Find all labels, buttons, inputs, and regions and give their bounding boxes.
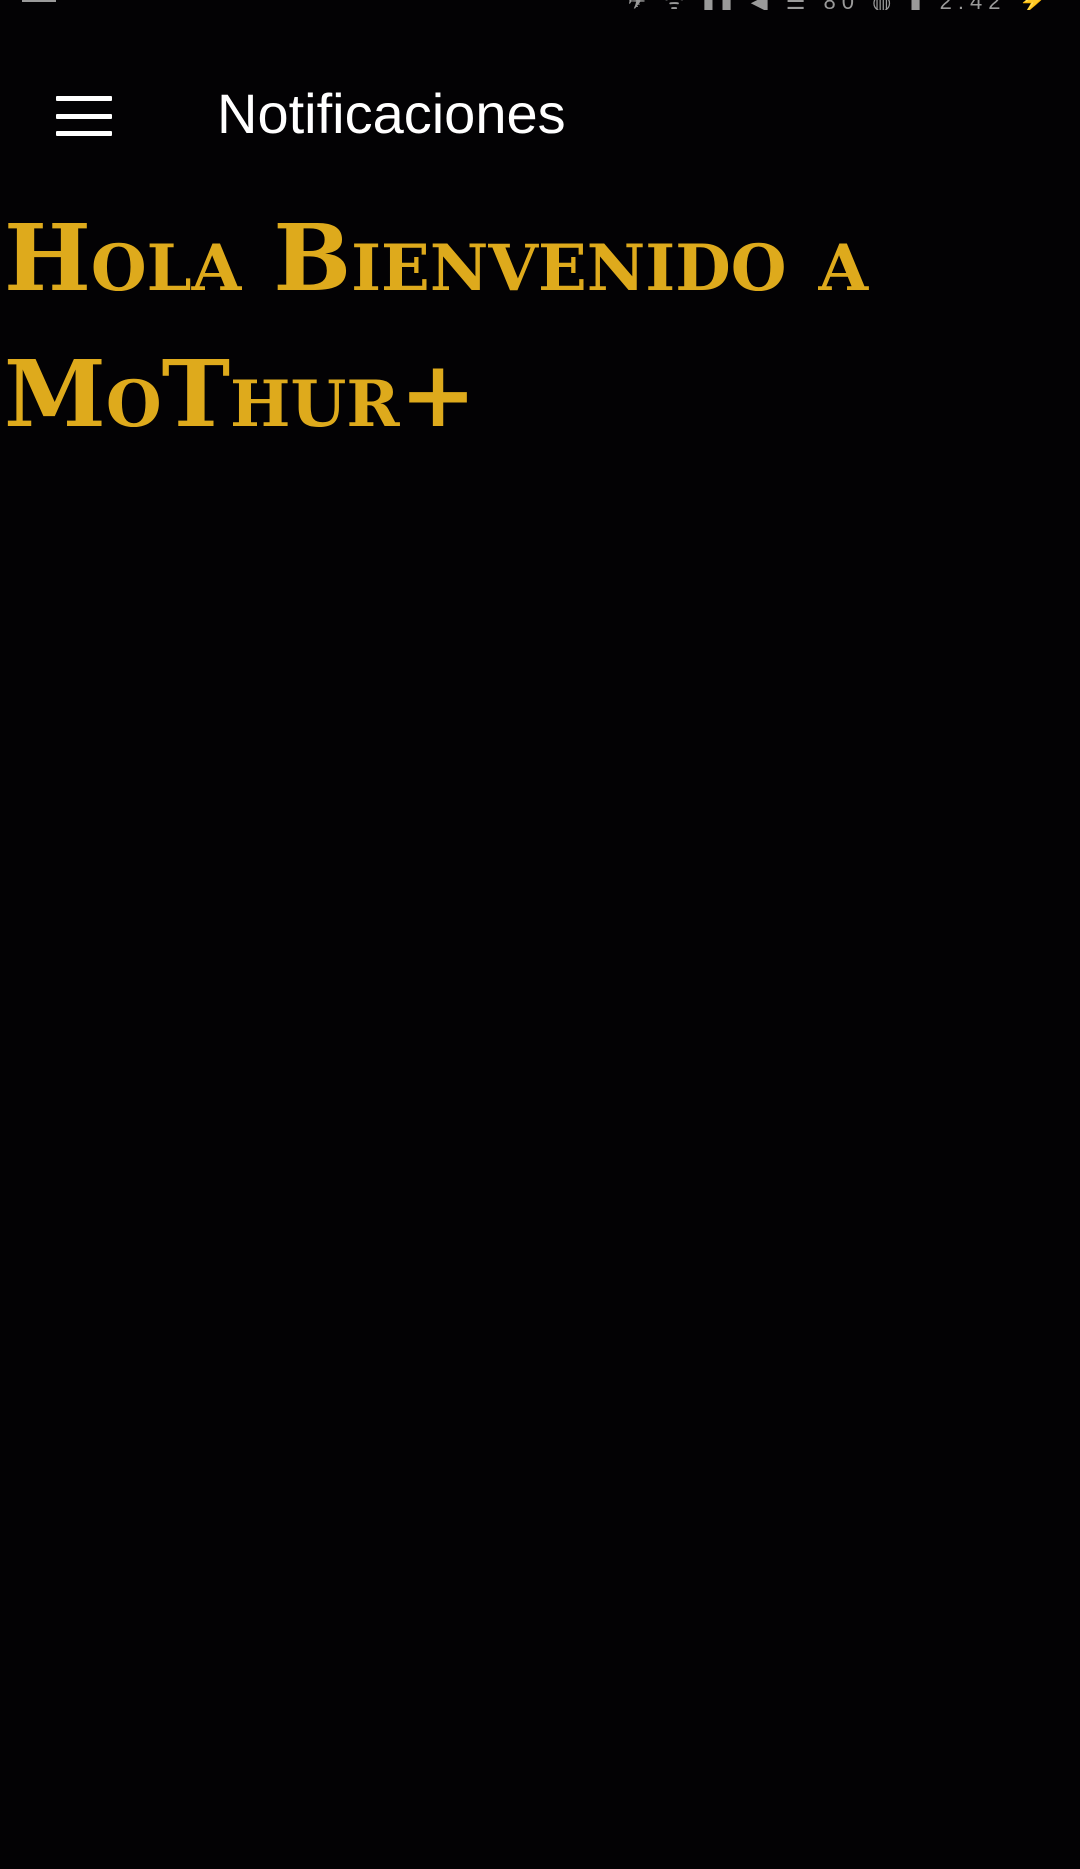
menu-button[interactable] <box>38 70 130 162</box>
status-indicators: ✈ ᯤ ▮▮ ◀ ☰ 80 ◍ ▮ 2:42 ⚡ <box>628 0 1052 10</box>
hamburger-menu-icon <box>56 96 112 136</box>
welcome-message: Hola Bienvenido a MoThur+ <box>4 190 1064 462</box>
status-bar: ✈ ᯤ ▮▮ ◀ ☰ 80 ◍ ▮ 2:42 ⚡ <box>0 0 1080 10</box>
welcome-line-1: Hola Bienvenido a <box>4 204 869 312</box>
status-notification-icon <box>22 0 56 2</box>
welcome-line-2: MoThur+ <box>4 340 477 448</box>
app-bar: Notificaciones <box>0 30 1080 182</box>
page-title: Notificaciones <box>217 82 566 145</box>
